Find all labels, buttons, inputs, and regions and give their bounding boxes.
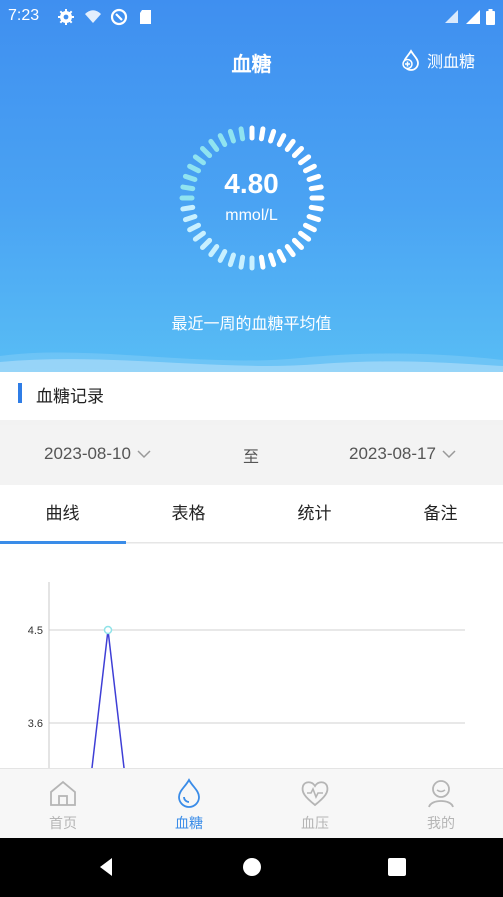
gauge-tick [192,230,206,242]
sd-card-icon [140,10,151,24]
bottom-nav: 首页 血糖 血压 我的 [0,768,503,838]
gauge-tick [302,222,317,233]
vpn-icon [110,8,128,26]
status-bar: 7:23 [0,0,503,34]
nav-mine[interactable]: 我的 [378,769,503,839]
measure-glucose-button[interactable]: 测血糖 [399,47,475,73]
recents-icon[interactable] [387,856,407,878]
tab-statistics[interactable]: 统计 [252,485,377,543]
records-section-header: 血糖记录 [0,372,503,420]
measure-label: 测血糖 [426,52,475,71]
battery-icon [486,9,495,25]
gauge-tick [268,128,277,144]
gauge-tick [276,248,287,263]
nav-glucose-label: 血糖 [175,816,203,832]
gauge-tick [192,154,206,166]
nav-blood-pressure[interactable]: 血压 [252,769,378,839]
tab-notes[interactable]: 备注 [378,485,503,543]
gauge-tick [187,222,202,233]
tab-table[interactable]: 表格 [126,485,251,543]
nav-mine-label: 我的 [427,816,455,832]
home-icon [50,780,76,806]
end-date-picker[interactable]: 2023-08-17 [349,444,456,464]
series-line [91,629,125,768]
wave-decoration [0,352,503,372]
gear-icon [58,9,74,25]
gauge-tick [227,252,236,268]
gauge-tick [200,146,213,159]
chevron-down-icon [137,450,151,459]
gauge-tick [208,138,220,152]
signal-icon [445,10,458,23]
status-time: 7:23 [8,7,40,24]
date-range-row: 2023-08-10 至 2023-08-17 [0,425,503,485]
gauge-tick [208,244,220,258]
gauge-tick [291,146,304,159]
gauge-tick [298,230,312,242]
gauge-tick [217,133,228,148]
nav-glucose[interactable]: 血糖 [126,769,252,839]
gauge-tick [291,237,304,250]
gauge-tick [217,248,228,263]
glucose-chart: 4.5 3.6 [0,544,503,768]
data-point [103,625,113,635]
gauge-tick [284,138,296,152]
drop-plus-icon [402,49,419,71]
gauge-tick [238,254,246,270]
gauge-tick [200,237,213,250]
hero-panel: 血糖 测血糖 4.80 mmol/L 最近一周的血糖平均值 [0,0,503,372]
wifi-icon [85,10,101,23]
section-title: 血糖记录 [36,387,104,407]
drop-icon [178,778,200,808]
nav-home-label: 首页 [49,816,77,832]
gauge-tick [258,254,266,270]
start-date-picker[interactable]: 2023-08-10 [44,444,151,464]
heart-pulse-icon [301,781,329,807]
home-button-icon[interactable] [242,856,262,878]
start-date-value: 2023-08-10 [44,444,131,463]
y-tick-label: 4.5 [28,625,43,637]
signal-icon-2 [466,10,480,24]
gauge-tick [276,133,287,148]
section-accent-bar [18,383,22,403]
gauge-tick [238,126,246,142]
gauge-tick [284,244,296,258]
tab-curve[interactable]: 曲线 [0,485,126,544]
nav-blood-pressure-label: 血压 [301,816,329,832]
gauge-tick [298,154,312,166]
end-date-value: 2023-08-17 [349,444,436,463]
average-unit: mmol/L [225,207,278,224]
line-chart: 4.5 3.6 [28,582,465,768]
back-icon[interactable] [96,856,116,878]
gauge-tick [258,126,266,142]
date-separator: 至 [243,447,260,466]
gauge-tick [227,128,236,144]
y-tick-label: 3.6 [28,718,43,730]
nav-home[interactable]: 首页 [0,769,126,839]
average-caption: 最近一周的血糖平均值 [171,314,332,333]
system-nav-bar [0,838,503,897]
view-tabs: 曲线 表格 统计 备注 [0,485,503,544]
average-value: 4.80 [224,168,279,199]
user-icon [428,780,454,808]
gauge-tick [268,252,277,268]
chevron-down-icon [442,450,456,459]
